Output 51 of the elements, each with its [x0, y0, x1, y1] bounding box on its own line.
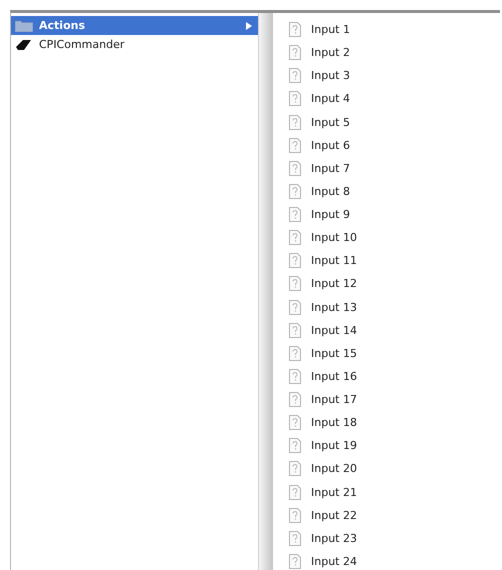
file-item[interactable]: Input 11: [285, 249, 500, 272]
folder-icon: [15, 20, 33, 32]
file-item[interactable]: Input 8: [285, 180, 500, 203]
document-icon: [289, 91, 301, 106]
document-icon: [289, 300, 301, 315]
file-item[interactable]: Input 13: [285, 296, 500, 319]
document-icon: [289, 530, 301, 546]
file-item[interactable]: Input 1: [285, 18, 500, 42]
document-icon: [289, 22, 301, 38]
document-icon: [289, 346, 301, 361]
document-icon: [289, 415, 301, 430]
file-item[interactable]: Input 7: [285, 156, 500, 180]
document-icon: [289, 138, 301, 153]
file-item[interactable]: Input 21: [285, 480, 500, 504]
file-item[interactable]: Input 14: [285, 318, 500, 342]
file-item[interactable]: Input 20: [285, 457, 500, 480]
document-icon: [289, 508, 301, 523]
file-item[interactable]: Input 19: [285, 434, 500, 458]
document-icon: [289, 276, 301, 292]
document-icon: [289, 230, 301, 246]
document-icon: [289, 184, 301, 199]
file-item[interactable]: Input 24: [285, 550, 500, 570]
eraser-icon: [15, 38, 33, 50]
document-icon: [289, 45, 301, 60]
file-item[interactable]: Input 15: [285, 342, 500, 365]
document-icon: [289, 68, 301, 84]
file-item[interactable]: Input 3: [285, 64, 500, 88]
file-item[interactable]: Input 6: [285, 134, 500, 157]
file-item[interactable]: Input 4: [285, 87, 500, 110]
document-icon: [289, 207, 301, 222]
document-icon: [289, 461, 301, 476]
document-icon: [289, 438, 301, 454]
document-icon: [289, 368, 301, 384]
document-icon: [289, 160, 301, 176]
document-icon: [289, 392, 301, 408]
file-item[interactable]: Input 17: [285, 388, 500, 412]
file-item[interactable]: Input 22: [285, 504, 500, 527]
document-icon: [289, 253, 301, 268]
document-icon: [289, 114, 301, 130]
file-item[interactable]: Input 16: [285, 364, 500, 388]
list-item[interactable]: Actions: [11, 16, 258, 35]
file-item[interactable]: Input 5: [285, 110, 500, 134]
file-item[interactable]: Input 23: [285, 526, 500, 550]
file-item[interactable]: Input 18: [285, 411, 500, 434]
file-item[interactable]: Input 10: [285, 226, 500, 250]
document-icon: [289, 322, 301, 338]
file-item[interactable]: Input 9: [285, 203, 500, 226]
list-item[interactable]: CPICommander: [11, 35, 258, 54]
file-item[interactable]: Input 2: [285, 41, 500, 64]
file-item[interactable]: Input 12: [285, 272, 500, 296]
document-icon: [289, 484, 301, 500]
